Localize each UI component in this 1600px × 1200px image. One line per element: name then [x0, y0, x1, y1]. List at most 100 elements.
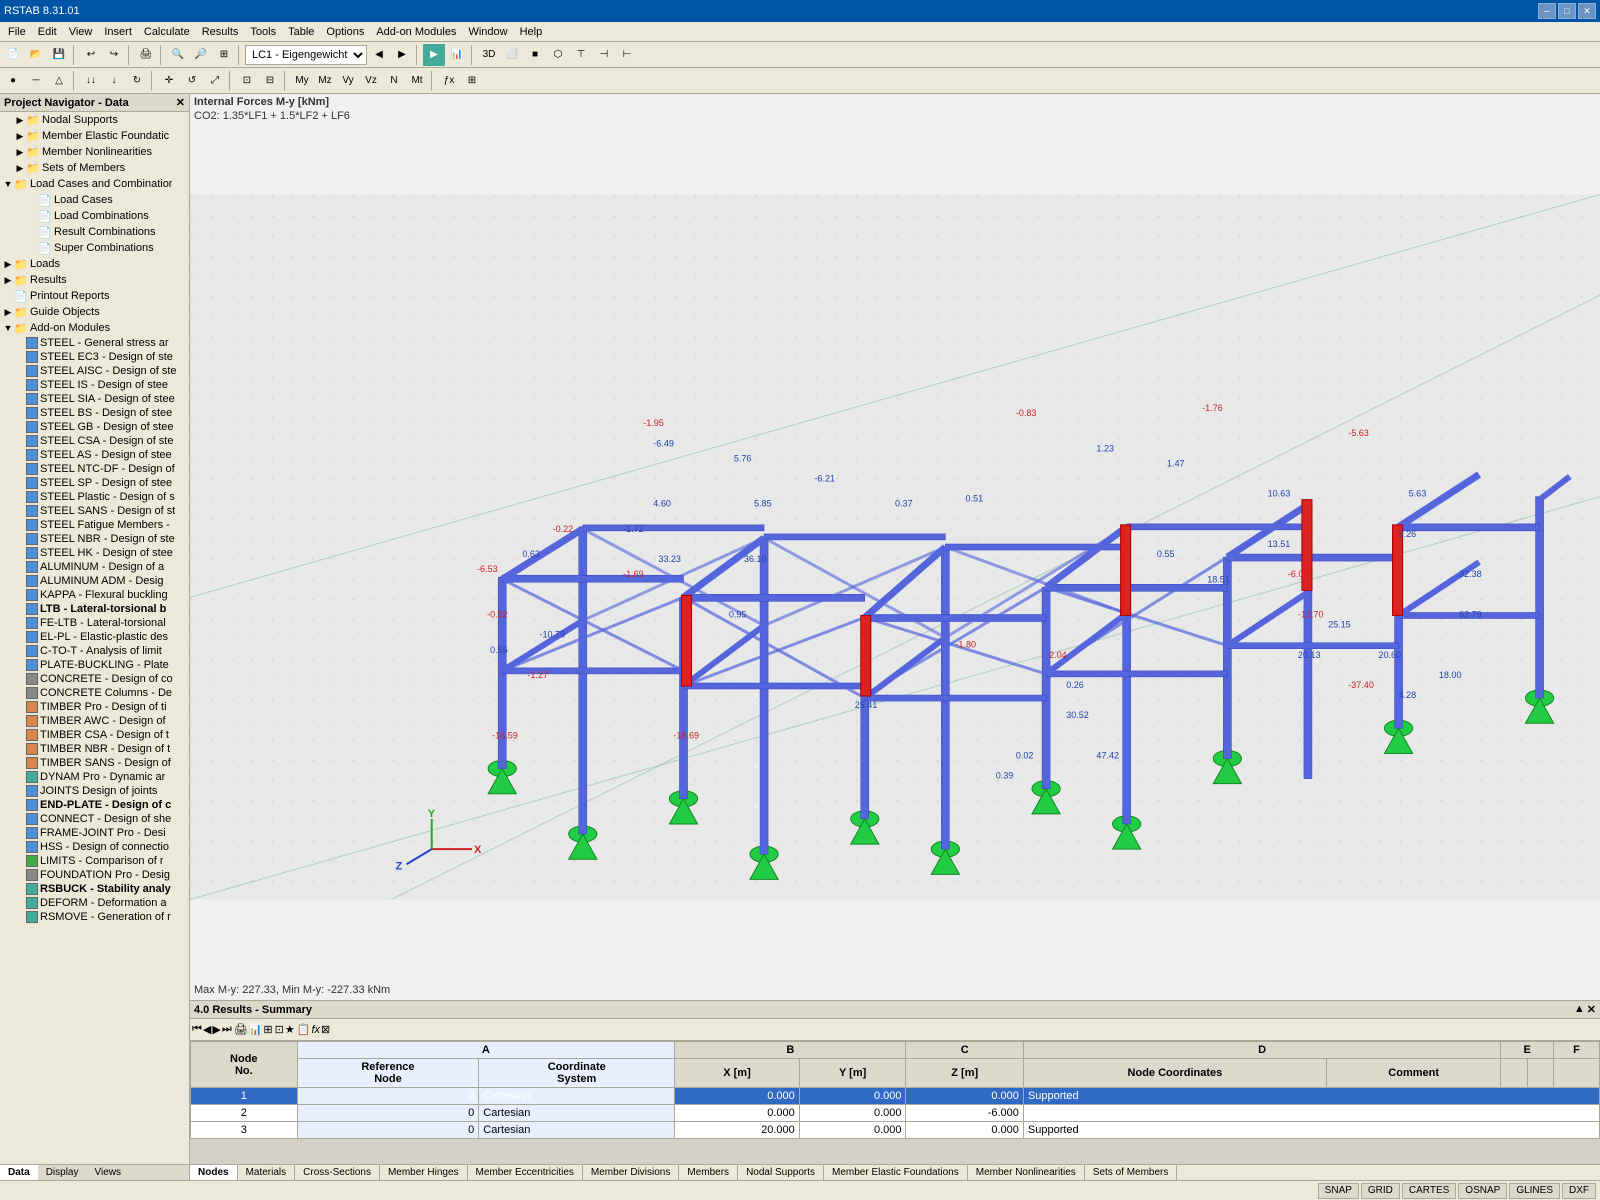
tree-item-load-combinations[interactable]: 📄Load Combinations	[0, 208, 189, 224]
tree-item-printout-reports[interactable]: 📄Printout Reports	[0, 288, 189, 304]
tree-item-c-to-t[interactable]: C-TO-T - Analysis of limit	[0, 644, 189, 658]
menu-item-edit[interactable]: Edit	[32, 24, 63, 40]
status-btn-cartes[interactable]: CARTES	[1402, 1183, 1456, 1199]
prev-lc-button[interactable]: ◀	[368, 44, 390, 66]
res-highlight-button[interactable]: ★	[285, 1023, 295, 1036]
bottom-tab-member-divisions[interactable]: Member Divisions	[583, 1165, 679, 1180]
display-mz-button[interactable]: Mz	[314, 70, 336, 92]
bottom-tab-nodal-supports[interactable]: Nodal Supports	[738, 1165, 824, 1180]
tree-item-concrete[interactable]: CONCRETE - Design of co	[0, 672, 189, 686]
res-first-button[interactable]: ⏮	[192, 1023, 202, 1036]
expander-sets-of-members[interactable]: ▶	[14, 162, 26, 174]
tree-item-member-nonlinear[interactable]: ▶📁Member Nonlinearities	[0, 144, 189, 160]
display-vz-button[interactable]: Vz	[360, 70, 382, 92]
tree-item-timber-nbr[interactable]: TIMBER NBR - Design of t	[0, 742, 189, 756]
tree-item-ltb[interactable]: LTB - Lateral-torsional b	[0, 602, 189, 616]
tree-item-timber-csa[interactable]: TIMBER CSA - Design of t	[0, 728, 189, 742]
member-button[interactable]: ─	[25, 70, 47, 92]
support-button[interactable]: △	[48, 70, 70, 92]
select-button[interactable]: ⊡	[236, 70, 258, 92]
tree-item-nodal-supports[interactable]: ▶📁Nodal Supports	[0, 112, 189, 128]
tree-item-steel-aisc[interactable]: STEEL AISC - Design of ste	[0, 364, 189, 378]
menu-item-options[interactable]: Options	[320, 24, 370, 40]
zoom-all-button[interactable]: ⊞	[213, 44, 235, 66]
run-button[interactable]: ▶	[423, 44, 445, 66]
tree-item-steel-ec3[interactable]: STEEL EC3 - Design of ste	[0, 350, 189, 364]
tree-item-end-plate[interactable]: END-PLATE - Design of c	[0, 798, 189, 812]
results-close[interactable]: ✕	[1587, 1003, 1596, 1016]
left-panel-close[interactable]: ✕	[176, 96, 185, 109]
status-btn-glines[interactable]: GLINES	[1509, 1183, 1560, 1199]
menu-item-tools[interactable]: Tools	[244, 24, 282, 40]
tree-item-super-combinations[interactable]: 📄Super Combinations	[0, 240, 189, 256]
table-row[interactable]: 1 0 Cartesian 0.000 0.000 0.000 Supporte…	[191, 1088, 1600, 1105]
status-btn-snap[interactable]: SNAP	[1318, 1183, 1359, 1199]
tab-data[interactable]: Data	[0, 1165, 38, 1180]
print-button[interactable]: 🖨	[135, 44, 157, 66]
tree-item-timber-sans[interactable]: TIMBER SANS - Design of	[0, 756, 189, 770]
menu-item-help[interactable]: Help	[514, 24, 549, 40]
display-vy-button[interactable]: Vy	[337, 70, 359, 92]
tree-item-aluminum[interactable]: ALUMINUM - Design of a	[0, 560, 189, 574]
tree-item-steel-bs[interactable]: STEEL BS - Design of stee	[0, 406, 189, 420]
res-print-button[interactable]: 🖨	[234, 1023, 248, 1036]
open-button[interactable]: 📂	[25, 44, 47, 66]
tree-item-steel-general[interactable]: STEEL - General stress ar	[0, 336, 189, 350]
tree-item-plate-buckling[interactable]: PLATE-BUCKLING - Plate	[0, 658, 189, 672]
tree-item-results[interactable]: ▶📁Results	[0, 272, 189, 288]
tree-item-limits[interactable]: LIMITS - Comparison of r	[0, 854, 189, 868]
tree-item-steel-nbr[interactable]: STEEL NBR - Design of ste	[0, 532, 189, 546]
front-view-button[interactable]: ⊣	[593, 44, 615, 66]
menu-item-insert[interactable]: Insert	[98, 24, 138, 40]
menu-item-calculate[interactable]: Calculate	[138, 24, 196, 40]
tree-item-fe-ltb[interactable]: FE-LTB - Lateral-torsional	[0, 616, 189, 630]
status-btn-osnap[interactable]: OSNAP	[1458, 1183, 1507, 1199]
tree-item-steel-sans[interactable]: STEEL SANS - Design of st	[0, 504, 189, 518]
table-button[interactable]: ⊞	[461, 70, 483, 92]
tab-views[interactable]: Views	[86, 1165, 129, 1180]
tree-item-loads[interactable]: ▶📁Loads	[0, 256, 189, 272]
render-button[interactable]: ■	[524, 44, 546, 66]
node-button[interactable]: ●	[2, 70, 24, 92]
display-n-button[interactable]: N	[383, 70, 405, 92]
expander-guide-objects[interactable]: ▶	[2, 306, 14, 318]
display-results-button[interactable]: My	[291, 70, 313, 92]
tree-item-steel-ntcdf[interactable]: STEEL NTC-DF - Design of	[0, 462, 189, 476]
model-button[interactable]: ⬡	[547, 44, 569, 66]
tree-item-steel-plastic[interactable]: STEEL Plastic - Design of s	[0, 490, 189, 504]
maximize-button[interactable]: □	[1558, 3, 1576, 19]
res-copy-button[interactable]: 📋	[297, 1023, 311, 1036]
tree-item-foundation-pro[interactable]: FOUNDATION Pro - Desig	[0, 868, 189, 882]
tree-item-frame-joint-pro[interactable]: FRAME-JOINT Pro - Desi	[0, 826, 189, 840]
bottom-tab-members[interactable]: Members	[679, 1165, 738, 1180]
tree-item-steel-hk[interactable]: STEEL HK - Design of stee	[0, 546, 189, 560]
display-mt-button[interactable]: Mt	[406, 70, 428, 92]
tree-item-concrete-columns[interactable]: CONCRETE Columns - De	[0, 686, 189, 700]
wireframe-button[interactable]: ⬜	[501, 44, 523, 66]
next-lc-button[interactable]: ▶	[391, 44, 413, 66]
status-btn-grid[interactable]: GRID	[1361, 1183, 1400, 1199]
expander-member-elastic[interactable]: ▶	[14, 130, 26, 142]
move-button[interactable]: ✛	[158, 70, 180, 92]
load-case-combo[interactable]: LC1 - Eigengewicht	[245, 45, 367, 65]
tree-item-load-cases[interactable]: 📄Load Cases	[0, 192, 189, 208]
tree-item-guide-objects[interactable]: ▶📁Guide Objects	[0, 304, 189, 320]
tree-item-sets-of-members[interactable]: ▶📁Sets of Members	[0, 160, 189, 176]
tree-item-timber-pro[interactable]: TIMBER Pro - Design of ti	[0, 700, 189, 714]
bottom-tab-member-nonlinearities[interactable]: Member Nonlinearities	[968, 1165, 1085, 1180]
tree-item-aluminum-adm[interactable]: ALUMINUM ADM - Desig	[0, 574, 189, 588]
tree-item-result-combinations[interactable]: 📄Result Combinations	[0, 224, 189, 240]
rotate-button[interactable]: ↺	[181, 70, 203, 92]
res-table-button[interactable]: ⊠	[321, 1023, 330, 1036]
menu-item-file[interactable]: File	[2, 24, 32, 40]
res-excel-button[interactable]: 📊	[249, 1023, 263, 1036]
tree-item-load-cases-combo[interactable]: ▼📁Load Cases and Combinatior	[0, 176, 189, 192]
3d-button[interactable]: 3D	[478, 44, 500, 66]
tree-item-steel-fatigue[interactable]: STEEL Fatigue Members -	[0, 518, 189, 532]
scale-button[interactable]: ⤢	[204, 70, 226, 92]
zoom-in-button[interactable]: 🔍	[167, 44, 189, 66]
tree-item-hss[interactable]: HSS - Design of connectio	[0, 840, 189, 854]
bottom-tab-member-hinges[interactable]: Member Hinges	[380, 1165, 468, 1180]
bottom-tab-sets-of-members[interactable]: Sets of Members	[1085, 1165, 1178, 1180]
bottom-tab-member-eccentricities[interactable]: Member Eccentricities	[468, 1165, 583, 1180]
